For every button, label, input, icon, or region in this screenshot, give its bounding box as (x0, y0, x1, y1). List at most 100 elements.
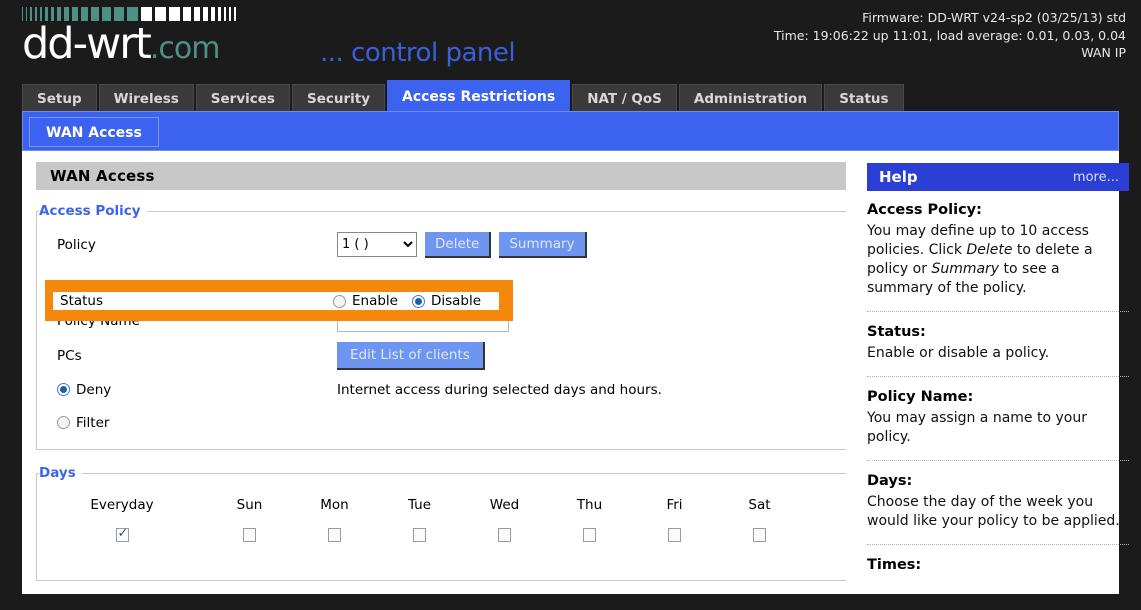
deny-row: Deny Internet access during selected day… (37, 373, 846, 406)
delete-button[interactable]: Delete (425, 231, 492, 258)
policy-label: Policy (57, 236, 96, 253)
tab-administration[interactable]: Administration (678, 84, 823, 113)
day-checkbox-sat[interactable] (753, 528, 766, 542)
status-disable-option[interactable]: Disable (411, 293, 482, 309)
help-separator (867, 311, 1129, 312)
help-more-link[interactable]: more... (1073, 170, 1119, 185)
disable-radio[interactable] (411, 294, 425, 308)
day-label-sun: Sun (236, 497, 263, 513)
day-label-tue: Tue (407, 497, 432, 513)
day-checkbox-mon[interactable] (328, 528, 341, 542)
day-label-sat: Sat (748, 497, 771, 513)
help-term: Days: (867, 473, 913, 489)
enable-label: Enable (352, 293, 398, 309)
dd-wrt-logo: dd-wrt.com (22, 7, 239, 71)
day-checkbox-wrap-everyday (37, 526, 207, 546)
status-row: Status Enable Disable (53, 292, 499, 310)
day-label-wed: Wed (489, 497, 520, 513)
days-body: Everyday Sun Mon Tue Wed Thu Fri Sat (37, 481, 846, 580)
day-checkbox-tue[interactable] (413, 528, 426, 542)
day-column-sun: Sun (207, 497, 292, 546)
day-label-mon: Mon (320, 497, 349, 513)
page-header: dd-wrt.com ... control panel Firmware: D… (0, 0, 1141, 78)
pcs-label: PCs (57, 347, 82, 364)
deny-label: Deny (76, 381, 112, 398)
policy-row: Policy 1 ( ) Delete Summary (37, 227, 846, 262)
disable-label: Disable (430, 293, 482, 309)
day-checkbox-everyday[interactable] (115, 526, 129, 542)
day-checkbox-wrap-mon (292, 527, 377, 546)
tab-nat-qos[interactable]: NAT / QoS (572, 84, 677, 113)
enable-radio[interactable] (333, 294, 346, 308)
help-description: You may define up to 10 access policies.… (867, 223, 1093, 296)
tab-setup[interactable]: Setup (22, 84, 97, 113)
tab-status[interactable]: Status (824, 84, 904, 113)
status-enable-option[interactable]: Enable (333, 293, 398, 309)
deny-radio[interactable] (57, 383, 70, 396)
help-term: Access Policy: (867, 202, 982, 218)
uptime-load: Time: 19:06:22 up 11:01, load average: 0… (773, 27, 1126, 43)
day-column-thu: Thu (547, 497, 632, 546)
help-title: Help (879, 168, 918, 186)
day-checkbox-wrap-sun (207, 527, 292, 546)
day-column-mon: Mon (292, 497, 377, 546)
day-column-wed: Wed (462, 497, 547, 546)
tab-access-restrictions[interactable]: Access Restrictions (387, 80, 571, 113)
day-checkbox-sun[interactable] (243, 528, 256, 542)
firmware-version: Firmware: DD-WRT v24-sp2 (03/25/13) std (862, 10, 1126, 25)
help-content: Access Policy: You may define up to 10 ac… (867, 191, 1129, 573)
help-description: You may assign a name to your policy. (867, 410, 1087, 445)
status-row-highlight: Status Enable Disable (45, 280, 513, 321)
help-term: Times: (867, 557, 922, 573)
edit-list-of-clients-button[interactable]: Edit List of clients (337, 341, 485, 370)
control-panel-label: ... control panel (320, 38, 516, 68)
help-separator (867, 544, 1129, 545)
help-term: Status: (867, 324, 926, 340)
day-checkbox-wed[interactable] (498, 528, 511, 542)
deny-option[interactable]: Deny (57, 382, 337, 398)
filter-row: Filter (37, 406, 846, 439)
day-column-fri: Fri (632, 497, 717, 546)
sub-tab-wan-access[interactable]: WAN Access (29, 117, 159, 147)
logo-text: dd-wrt.com (22, 22, 239, 71)
day-checkbox-thu[interactable] (583, 528, 596, 542)
access-policy-body: Policy 1 ( ) Delete Summary Status Enabl… (37, 219, 846, 449)
logo-main-text: dd-wrt (22, 19, 152, 69)
help-panel: Help more... Access Policy: You may defin… (867, 163, 1129, 577)
day-checkbox-wrap-wed (462, 527, 547, 546)
deny-note: Internet access during selected days and… (337, 381, 662, 398)
logo-domain-text: .com (149, 31, 221, 66)
wan-ip: WAN IP (1081, 45, 1126, 60)
tab-services[interactable]: Services (195, 84, 290, 113)
filter-option[interactable]: Filter (57, 415, 337, 431)
day-checkbox-wrap-sat (717, 527, 802, 546)
dd-wrt-control-panel: dd-wrt.com ... control panel Firmware: D… (0, 0, 1141, 610)
day-checkbox-fri[interactable] (668, 528, 681, 542)
filter-label: Filter (76, 414, 110, 431)
tab-wireless[interactable]: Wireless (98, 84, 194, 113)
help-term: Policy Name: (867, 389, 974, 405)
filter-radio[interactable] (57, 416, 70, 429)
day-label-thu: Thu (576, 497, 603, 513)
day-label-fri: Fri (666, 497, 683, 513)
day-label-everyday: Everyday (90, 497, 154, 513)
main-content: WAN Access Access Policy Policy 1 ( ) De… (36, 162, 846, 581)
access-policy-section: Access Policy Policy 1 ( ) Delete Summar… (36, 203, 846, 450)
day-column-tue: Tue (377, 497, 462, 546)
sub-nav-bar: WAN Access (22, 111, 1119, 151)
firmware-info: Firmware: DD-WRT v24-sp2 (03/25/13) std … (774, 9, 1126, 62)
help-separator (867, 376, 1129, 377)
days-section: Days Everyday Sun Mon Tue Wed Thu Fri Sat (36, 465, 846, 581)
page-title: WAN Access (36, 162, 846, 190)
days-legend: Days (39, 465, 76, 481)
content-area: WAN Access Access Policy Policy 1 ( ) De… (22, 151, 1129, 594)
help-separator (867, 460, 1129, 461)
summary-button[interactable]: Summary (499, 231, 587, 258)
tab-security[interactable]: Security (291, 84, 385, 113)
day-column-everyday: Everyday (37, 497, 207, 546)
policy-select[interactable]: 1 ( ) (337, 232, 417, 257)
main-tab-bar[interactable]: Setup Wireless Services Security Access Rest… (22, 80, 906, 113)
status-label: Status (60, 293, 104, 309)
access-policy-legend: Access Policy (39, 203, 141, 219)
day-checkbox-wrap-thu (547, 527, 632, 546)
